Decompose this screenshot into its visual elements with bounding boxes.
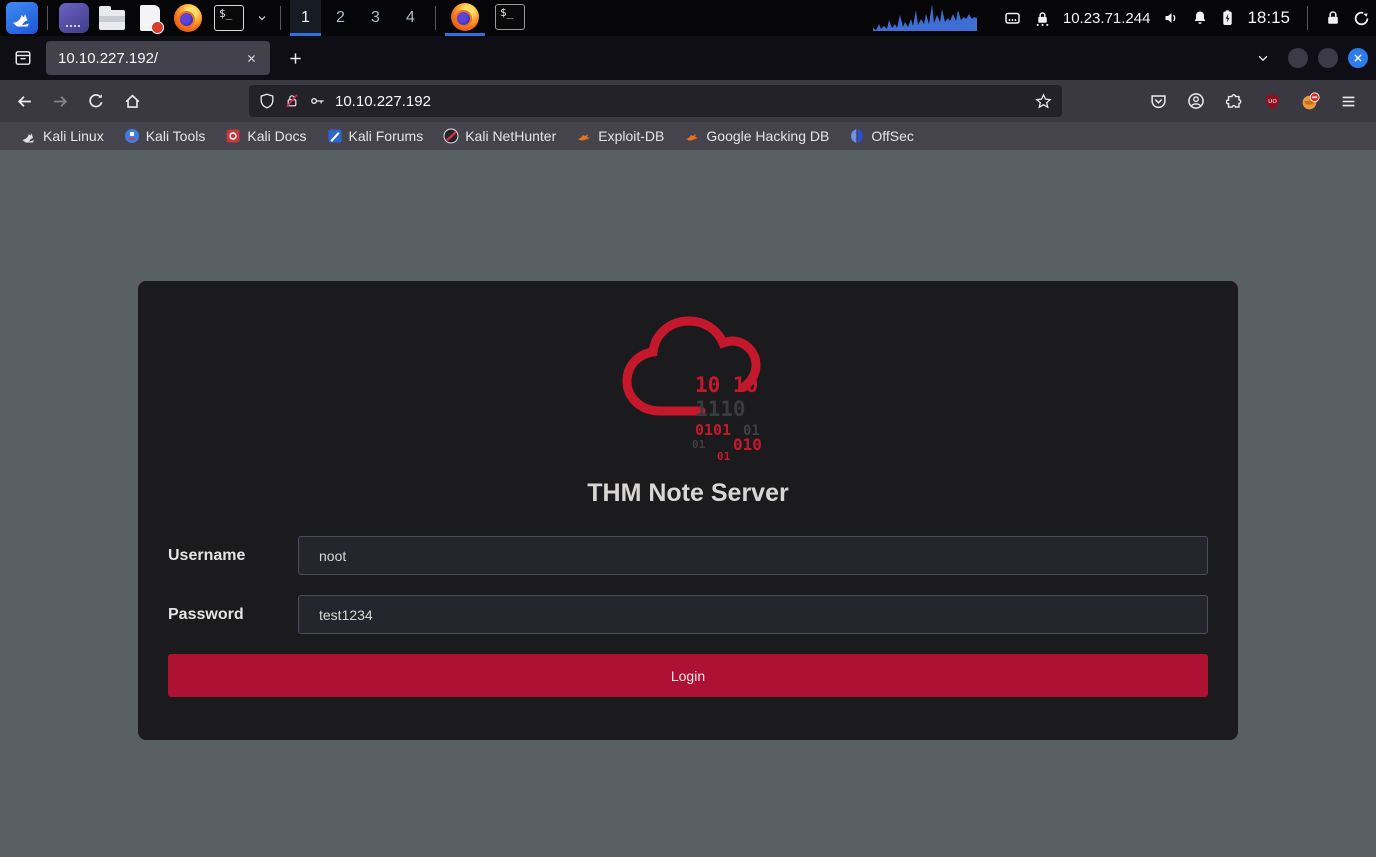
vpn-lock-icon[interactable] [1034,10,1051,27]
page-title: THM Note Server [168,479,1208,508]
forward-button[interactable] [42,84,78,118]
close-icon [1353,53,1363,63]
extensions-puzzle-icon[interactable] [1216,84,1252,118]
vpn-ip-address: 10.23.71.244 [1063,10,1151,27]
window-minimize-button[interactable] [1288,48,1308,68]
launcher-terminal[interactable] [57,0,91,36]
bookmark-kali-forums[interactable]: Kali Forums [320,124,431,148]
bookmark-exploit-db[interactable]: Exploit-DB [569,124,671,148]
clock[interactable]: 18:15 [1247,8,1290,28]
window-maximize-button[interactable] [1318,48,1338,68]
system-panel: $_ 1 2 3 4 $_ 10.23.71.244 [0,0,1376,36]
window-close-button[interactable] [1348,48,1368,68]
menu-hamburger-icon[interactable] [1330,84,1366,118]
terminal-glyph-icon: $_ [495,4,525,30]
launcher-terminal-emulator[interactable]: $_ [209,0,249,36]
bookmark-kali-linux[interactable]: Kali Linux [14,124,111,148]
ublock-origin-icon[interactable]: UO [1254,84,1290,118]
web-page-content: 10 10 1110 0101 01 01 010 01 THM Note Se… [0,150,1376,857]
workspace-4[interactable]: 4 [395,0,426,36]
terminal-app-icon [59,3,89,33]
firefox-view-icon[interactable] [8,43,38,73]
ethernet-icon[interactable] [1003,10,1022,26]
kali-tools-favicon [124,128,140,144]
kali-dragon-icon [11,7,33,29]
exploit-db-favicon [576,128,592,144]
insecure-connection-lock-icon[interactable] [284,93,300,109]
logo-digits-row1: 10 10 [695,373,758,397]
bookmarks-toolbar: Kali Linux Kali Tools Kali Docs Kali For… [0,122,1376,150]
battery-icon[interactable] [1220,9,1235,27]
launcher-firefox[interactable] [171,0,205,36]
url-text[interactable]: 10.10.227.192 [335,93,1026,110]
workspace-3[interactable]: 3 [360,0,391,36]
kali-forums-favicon [327,128,343,144]
bookmark-kali-tools[interactable]: Kali Tools [117,124,213,148]
launcher-text-editor[interactable] [133,0,167,36]
tab-close-icon[interactable] [240,47,262,69]
kali-docs-favicon [225,128,241,144]
bookmark-google-hacking-db[interactable]: Google Hacking DB [677,124,836,148]
svg-text:UO: UO [1268,99,1277,105]
launcher-dropdown-chevron-icon[interactable] [253,3,271,33]
panel-separator [1307,6,1308,30]
tracking-protection-shield-icon[interactable] [259,93,275,109]
panel-separator [435,6,436,30]
text-editor-icon [140,5,160,31]
browser-tab[interactable]: 10.10.227.192/ [46,41,270,75]
thm-cloud-binary-logo: 10 10 1110 0101 01 01 010 01 [613,305,763,463]
firefox-icon [451,3,479,31]
tab-title: 10.10.227.192/ [58,50,240,67]
logo-digits-row4-red: 010 [733,435,762,454]
taskbar-terminal-window[interactable]: $_ [489,0,531,36]
username-field[interactable] [298,536,1208,575]
password-field[interactable] [298,595,1208,634]
new-tab-button[interactable] [280,43,310,73]
network-activity-graph [873,5,991,31]
tab-bar: 10.10.227.192/ [0,36,1376,80]
login-card: 10 10 1110 0101 01 01 010 01 THM Note Se… [138,281,1238,740]
list-all-tabs-chevron-icon[interactable] [1248,43,1278,73]
kali-menu-button[interactable] [6,2,38,34]
taskbar-firefox-window[interactable] [445,0,485,36]
logo-digits-row5-red: 01 [717,450,731,463]
login-button[interactable]: Login [168,654,1208,697]
panel-separator [47,6,48,30]
login-form: Username Password Login [168,536,1208,697]
logo-digits-row3-red: 0101 [695,421,731,439]
lock-screen-icon[interactable] [1325,10,1341,26]
kali-linux-favicon [21,128,37,144]
navigation-toolbar: 10.10.227.192 UO [0,80,1376,122]
notifications-bell-icon[interactable] [1192,10,1208,26]
bookmark-kali-nethunter[interactable]: Kali NetHunter [436,124,563,148]
username-label: Username [168,547,298,565]
kali-nethunter-favicon [443,128,459,144]
logo-digits-row4-gray: 01 [692,438,706,451]
file-manager-icon [99,10,125,30]
back-button[interactable] [6,84,42,118]
reload-button[interactable] [78,84,114,118]
offsec-favicon [849,128,865,144]
password-label: Password [168,606,298,624]
logout-icon[interactable] [1353,10,1370,27]
pocket-icon[interactable] [1140,84,1176,118]
foxyproxy-icon[interactable] [1292,84,1328,118]
terminal-glyph-icon: $_ [214,5,244,31]
workspace-2[interactable]: 2 [325,0,356,36]
volume-icon[interactable] [1162,10,1180,26]
home-button[interactable] [114,84,150,118]
workspace-1[interactable]: 1 [290,0,321,36]
launcher-files[interactable] [95,0,129,36]
account-icon[interactable] [1178,84,1214,118]
firefox-window: 10.10.227.192/ [0,36,1376,857]
firefox-icon [174,4,202,32]
panel-separator [280,6,281,30]
logo-digits-row2: 1110 [695,397,746,421]
google-hacking-db-favicon [684,128,700,144]
bookmark-offsec[interactable]: OffSec [842,124,921,148]
bookmark-kali-docs[interactable]: Kali Docs [218,124,313,148]
url-bar[interactable]: 10.10.227.192 [249,85,1062,117]
bookmark-star-icon[interactable] [1035,93,1052,110]
saved-login-key-icon[interactable] [309,93,326,109]
